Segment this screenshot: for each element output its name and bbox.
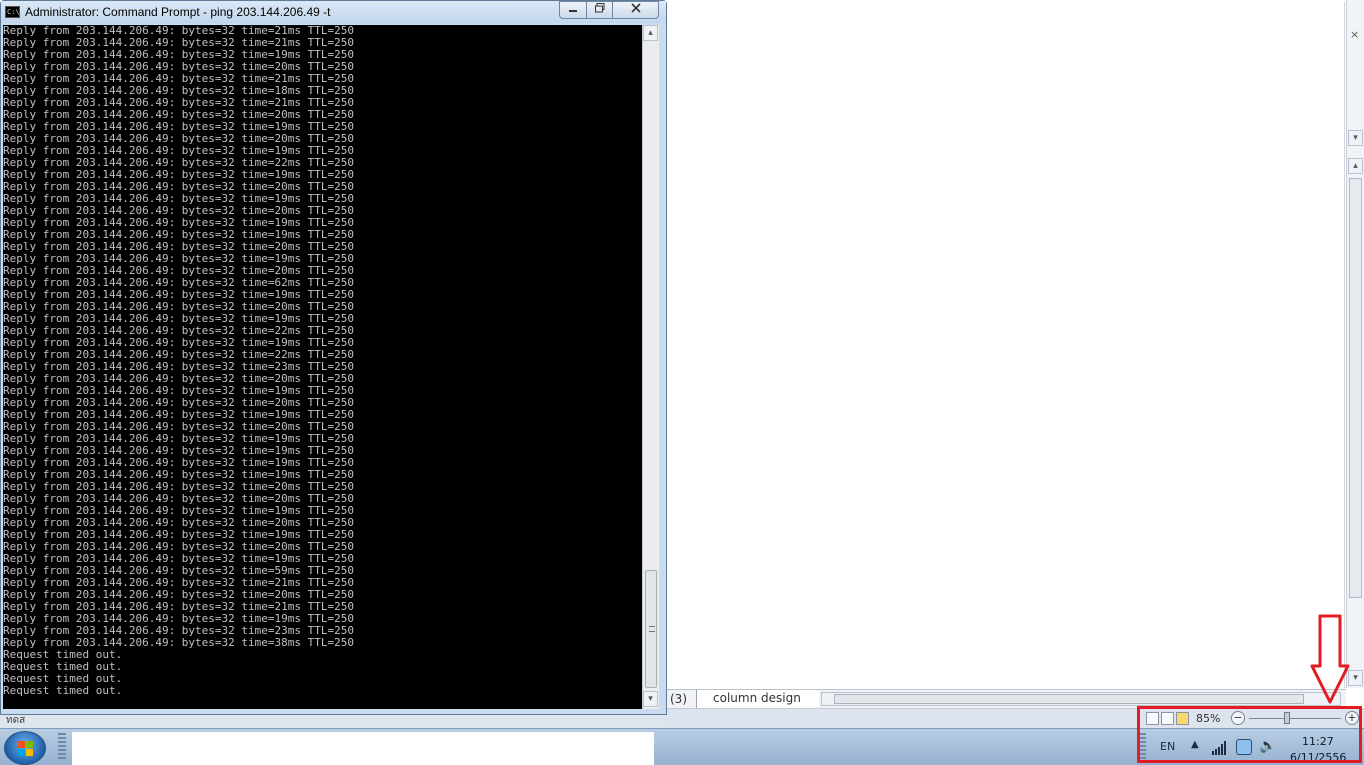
sheet-tab-index[interactable]: (3) — [670, 692, 687, 706]
maximize-icon — [594, 3, 604, 13]
windows-logo-icon — [18, 741, 34, 757]
scroll-up-button[interactable]: ▴ — [1348, 158, 1363, 174]
close-button[interactable] — [612, 1, 659, 19]
close-workbook-icon[interactable]: × — [1350, 28, 1359, 41]
horizontal-scroll-thumb[interactable] — [834, 694, 1304, 704]
worksheet-canvas[interactable] — [668, 2, 1345, 688]
console-scroll-up-button[interactable]: ▴ — [643, 25, 658, 41]
close-icon — [630, 3, 641, 13]
console-line: Request timed out. — [3, 684, 123, 697]
console-scroll-down-button[interactable]: ▾ — [643, 691, 658, 707]
horizontal-scrollbar[interactable] — [821, 692, 1341, 706]
minimize-icon — [569, 10, 577, 12]
strip-label: ทดส — [6, 715, 26, 726]
grip-icon — [649, 626, 655, 632]
command-prompt-window[interactable]: C:\ Administrator: Command Prompt - ping… — [0, 0, 667, 715]
minimize-button[interactable] — [559, 1, 587, 19]
sheet-tab-column-design[interactable]: column design — [696, 690, 819, 708]
taskbar-grip[interactable] — [58, 733, 66, 761]
console-scroll-thumb[interactable] — [645, 570, 657, 688]
console-lines: Reply from 203.144.206.49: bytes=32 time… — [3, 25, 354, 697]
red-arrow-icon — [1310, 614, 1350, 704]
desktop: × ▾ ▴ ▾ (3) column design 85% − + ทดส C:… — [0, 0, 1364, 765]
scroll-down-button[interactable]: ▾ — [1348, 130, 1363, 146]
title-bar[interactable]: C:\ Administrator: Command Prompt - ping… — [1, 1, 666, 23]
taskbar-programs-area[interactable] — [72, 732, 654, 765]
split-button[interactable]: ▾ — [1348, 670, 1363, 686]
spreadsheet-window: × ▾ ▴ ▾ (3) column design 85% − + — [666, 0, 1364, 728]
console-output[interactable]: Reply from 203.144.206.49: bytes=32 time… — [3, 25, 642, 709]
window-title: Administrator: Command Prompt - ping 203… — [25, 5, 331, 19]
cmd-app-icon[interactable]: C:\ — [5, 6, 20, 18]
start-button[interactable] — [4, 731, 46, 765]
scroll-thumb[interactable] — [1349, 178, 1362, 598]
worksheet-vertical-scrollbar[interactable]: × ▾ ▴ ▾ — [1346, 0, 1364, 688]
maximize-button[interactable] — [586, 1, 613, 19]
red-highlight-box — [1137, 706, 1362, 763]
console-scrollbar[interactable]: ▴ ▾ — [642, 25, 659, 709]
